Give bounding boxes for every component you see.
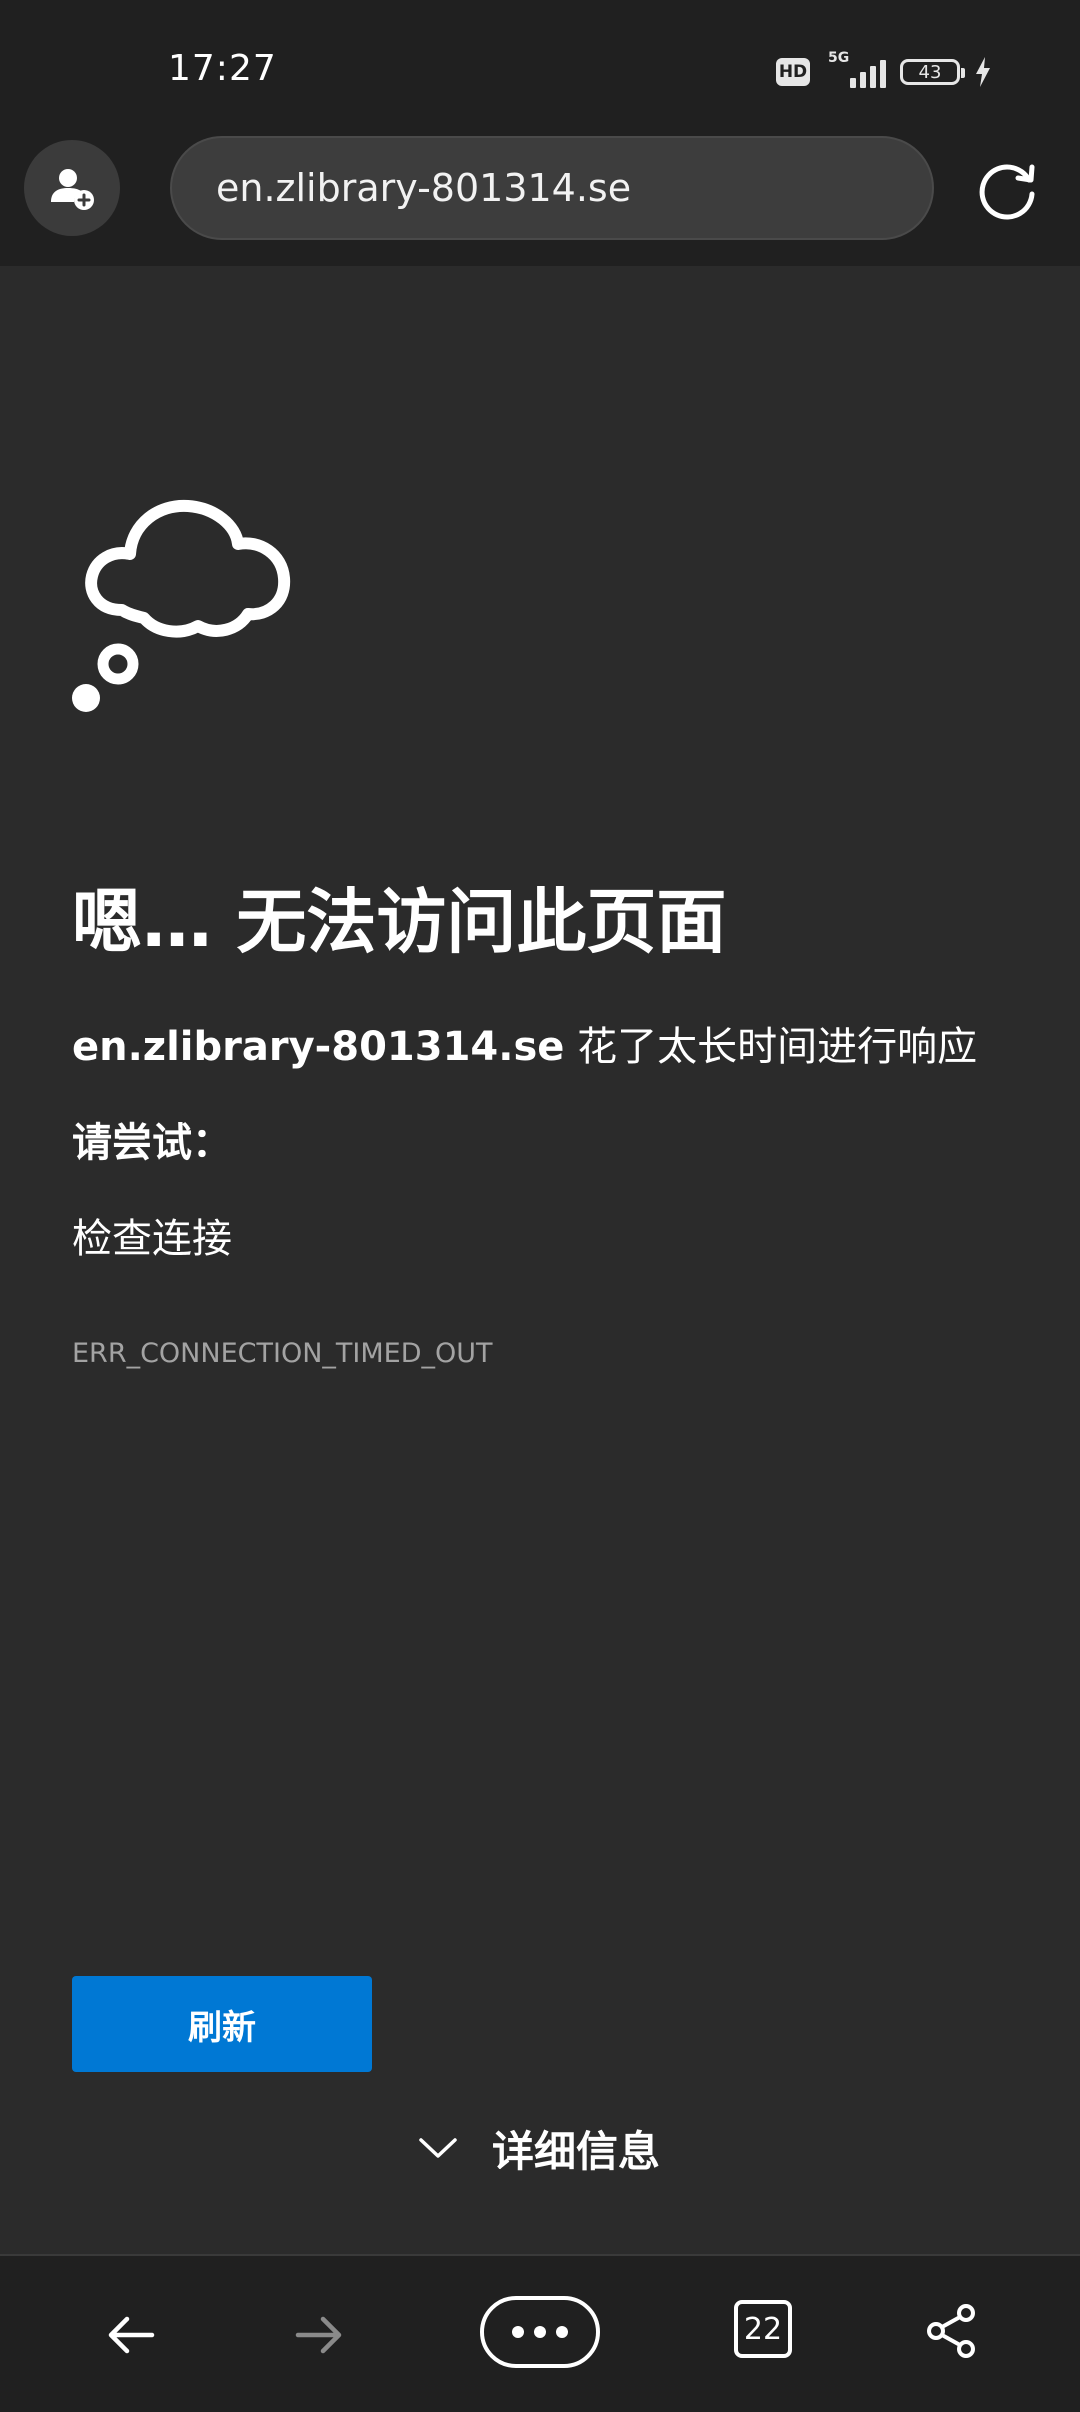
try-label: 请尝试： <box>72 1120 232 1166</box>
charging-icon <box>976 57 990 87</box>
error-code: ERR_CONNECTION_TIMED_OUT <box>72 1338 493 1369</box>
status-icons: HD 5G 43 <box>776 50 992 92</box>
tabs-button[interactable]: 22 <box>734 2300 792 2358</box>
tab-count: 22 <box>743 2311 783 2347</box>
error-host: en.zlibrary-801314.se <box>72 1024 565 1070</box>
more-icon <box>512 2326 568 2338</box>
hd-badge: HD <box>776 58 810 86</box>
reload-button[interactable]: 刷新 <box>72 1976 372 2072</box>
details-toggle[interactable]: 详细信息 <box>418 2118 660 2178</box>
details-label: 详细信息 <box>492 2126 661 2176</box>
suggestion-check-connection: 检查连接 <box>72 1216 232 1262</box>
refresh-icon[interactable] <box>974 158 1040 224</box>
back-button[interactable] <box>96 2300 166 2370</box>
address-bar[interactable]: en.zlibrary-801314.se <box>170 136 934 240</box>
status-time: 17:27 <box>168 48 277 89</box>
address-text: en.zlibrary-801314.se <box>216 166 632 210</box>
back-arrow-icon <box>108 2316 155 2354</box>
battery-icon: 43 <box>900 59 965 85</box>
battery-level: 43 <box>918 61 942 83</box>
error-title: 嗯… 无法访问此页面 <box>72 881 727 963</box>
top-bar: 17:27 HD 5G 43 en.zlibrary-801314.se <box>0 0 1080 266</box>
signal-icon: 5G <box>824 50 886 92</box>
forward-button[interactable] <box>284 2300 354 2370</box>
chevron-down-icon <box>419 2138 457 2158</box>
cloud-icon <box>72 499 291 712</box>
more-button[interactable] <box>480 2296 600 2368</box>
error-message: 花了太长时间进行响应 <box>564 1024 978 1070</box>
network-type: 5G <box>828 50 850 66</box>
error-description: en.zlibrary-801314.se 花了太长时间进行响应 <box>72 1014 977 1072</box>
bottom-nav: 22 <box>0 2254 1080 2412</box>
share-button[interactable] <box>916 2296 986 2366</box>
forward-arrow-icon <box>295 2316 342 2354</box>
share-icon <box>927 2304 975 2358</box>
profile-button[interactable] <box>24 140 120 236</box>
add-profile-icon <box>51 169 94 210</box>
